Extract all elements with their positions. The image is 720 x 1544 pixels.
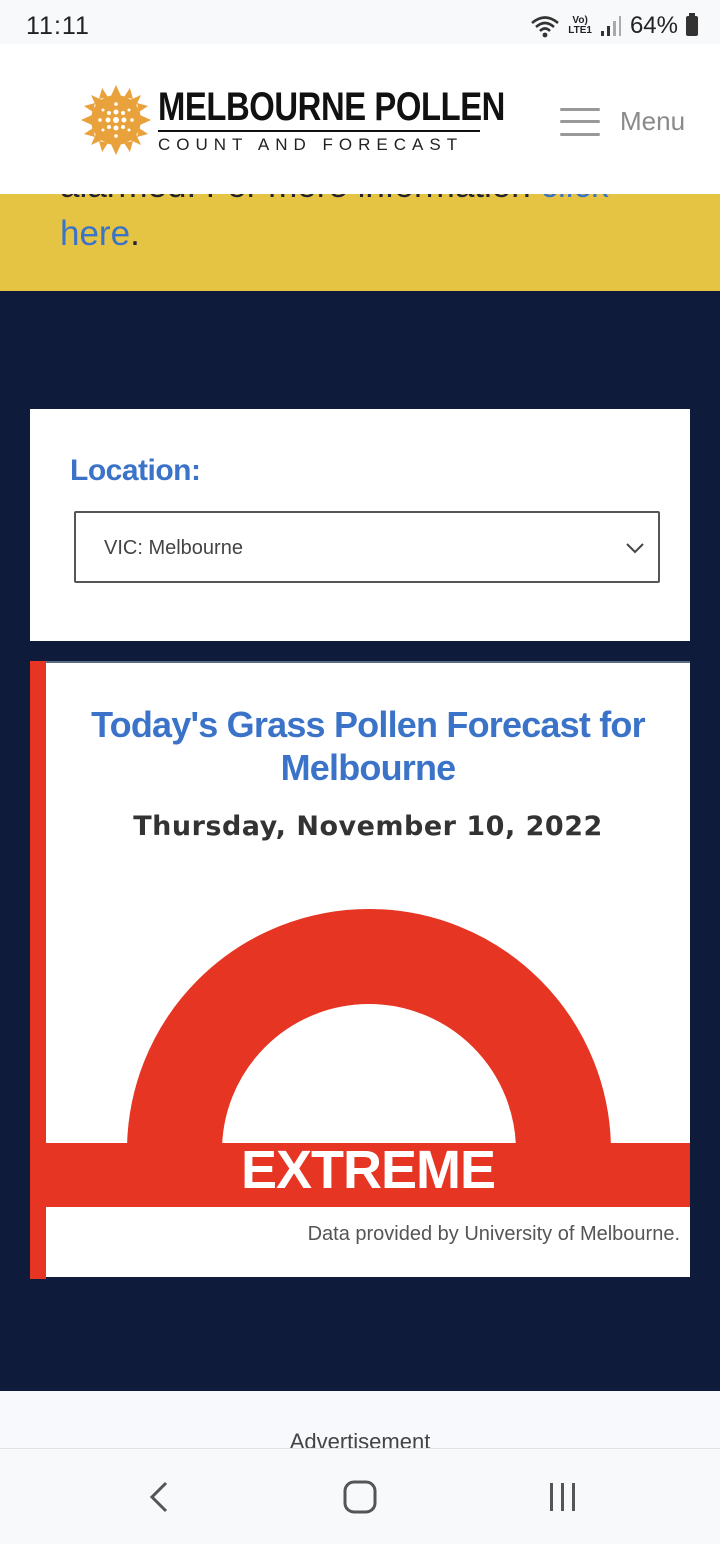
location-select-value: VIC: Melbourne <box>104 537 243 559</box>
home-icon[interactable] <box>340 1477 380 1517</box>
hamburger-icon <box>560 107 600 136</box>
signal-icon <box>600 16 621 36</box>
forecast-date: Thursday, November 10, 2022 <box>133 811 603 842</box>
alert-text: here. <box>60 214 140 253</box>
pollen-sun-logo-icon <box>81 85 151 155</box>
menu-button[interactable]: Menu <box>560 106 685 137</box>
location-select[interactable]: VIC: Melbourne <box>74 511 660 583</box>
logo-title: MELBOURNE POLLEN <box>158 84 505 129</box>
advertisement-area: Advertisement <box>0 1391 720 1451</box>
system-nav-bar <box>0 1448 720 1544</box>
logo-subtitle: COUNT AND FORECAST <box>158 134 464 154</box>
pollen-alert-banner: alarmed. For more information click here… <box>0 194 720 291</box>
forecast-card: Today's Grass Pollen Forecast for Melbou… <box>30 661 690 1279</box>
recents-icon[interactable] <box>543 1477 583 1517</box>
logo-text: MELBOURNE POLLEN COUNT AND FORECAST <box>158 86 581 155</box>
battery-icon <box>686 13 698 36</box>
alert-click-link[interactable]: click <box>540 194 608 205</box>
status-indicators: Vo) LTE1 64% <box>530 12 698 40</box>
battery-percent: 64% <box>629 12 678 39</box>
back-icon[interactable] <box>140 1477 180 1517</box>
chevron-down-icon <box>626 543 644 554</box>
pollen-level: EXTREME <box>240 1140 496 1200</box>
menu-label: Menu <box>620 106 686 136</box>
status-time: 11:11 <box>26 12 90 40</box>
site-header: MELBOURNE POLLEN COUNT AND FORECAST Menu <box>0 44 720 194</box>
alert-here-link[interactable]: here <box>60 214 130 253</box>
alert-text-clipped: alarmed. For more information click <box>60 194 609 206</box>
logo-divider <box>158 129 480 132</box>
network-lte: LTE1 <box>568 25 592 36</box>
location-label: Location: <box>70 454 201 487</box>
data-credit: Data provided by University of Melbourne… <box>307 1223 680 1245</box>
site-logo[interactable]: MELBOURNE POLLEN COUNT AND FORECAST <box>80 84 581 156</box>
location-card: Location: VIC: Melbourne <box>30 409 690 641</box>
forecast-title: Today's Grass Pollen Forecast for Melbou… <box>91 704 645 788</box>
wifi-icon <box>531 16 560 38</box>
network-indicator: Vo) LTE1 <box>568 16 592 36</box>
level-color-edge <box>30 661 46 1279</box>
gauge-arc <box>124 907 614 1152</box>
